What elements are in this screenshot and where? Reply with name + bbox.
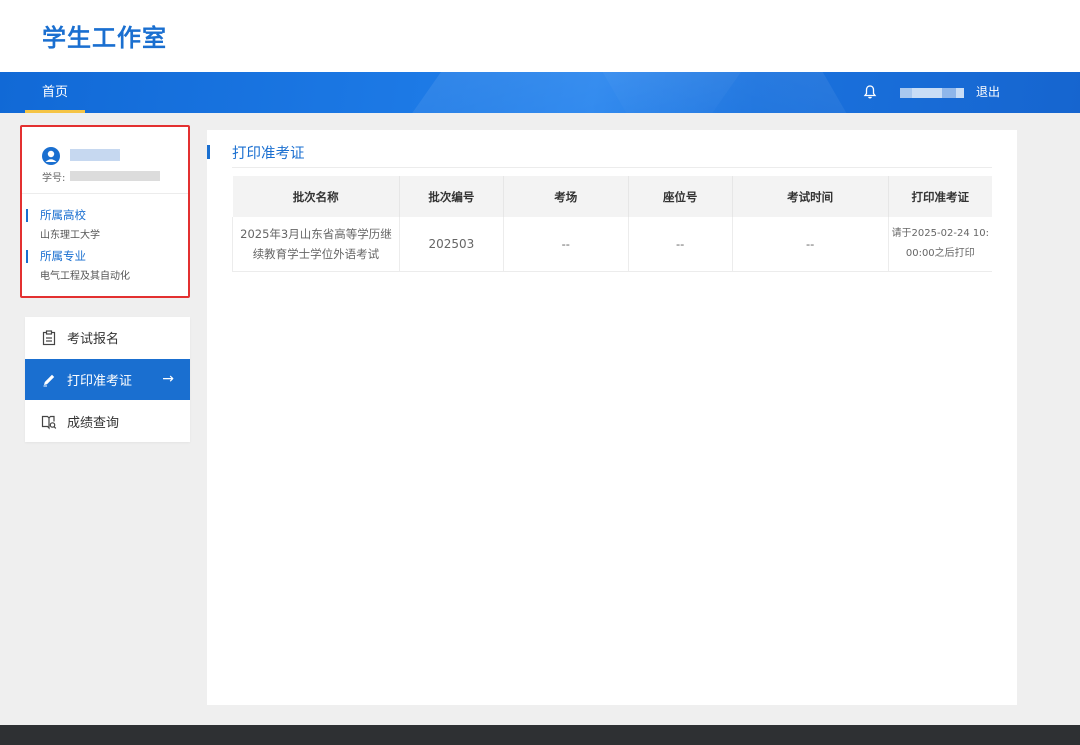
batch-name-cell: 2025年3月山东省高等学历继 续教育学士学位外语考试 <box>232 217 400 272</box>
major-value: 电气工程及其自动化 <box>40 271 130 282</box>
sidebar-item-print-admission[interactable]: 打印准考证 → <box>25 359 190 400</box>
table-row: 2025年3月山东省高等学历继 续教育学士学位外语考试 202503 -- --… <box>232 217 992 272</box>
major-label: 所属专业 <box>40 249 86 263</box>
batch-code-cell: 202503 <box>399 217 504 272</box>
nav-active-indicator <box>25 110 85 113</box>
school-marker <box>26 209 28 222</box>
table-header-row: 批次名称 批次编号 考场 座位号 考试时间 打印准考证 <box>232 176 992 217</box>
column-header: 打印准考证 <box>888 176 992 217</box>
app-logo[interactable]: 学生工作室 <box>42 18 167 53</box>
major-marker <box>26 250 28 263</box>
sidebar-item-label: 考试报名 <box>67 332 120 347</box>
admission-ticket-table: 批次名称 批次编号 考场 座位号 考试时间 打印准考证 2025年3月山东省高等… <box>232 176 992 272</box>
title-marker <box>207 145 210 159</box>
title-divider <box>232 167 992 168</box>
print-notice-line: 00:00之后打印 <box>905 247 975 259</box>
batch-name-line: 续教育学士学位外语考试 <box>252 246 380 261</box>
school-label: 所属高校 <box>40 208 86 222</box>
student-id-label: 学号: <box>42 173 66 184</box>
column-header: 考试时间 <box>732 176 889 217</box>
page-title: 打印准考证 <box>232 146 305 162</box>
logout-link[interactable]: 退出 <box>976 72 1000 113</box>
user-avatar-icon <box>42 147 60 165</box>
column-header: 批次名称 <box>232 176 400 217</box>
exam-room-cell: -- <box>503 217 629 272</box>
seat-number-cell: -- <box>628 217 733 272</box>
student-id-redacted <box>70 171 160 181</box>
sidebar-item-label: 成绩查询 <box>67 416 120 431</box>
pencil-icon <box>43 374 55 386</box>
page-footer <box>0 725 1080 745</box>
column-header: 座位号 <box>628 176 733 217</box>
student-name-redacted <box>70 149 120 161</box>
sidebar-item-label: 打印准考证 <box>67 374 133 389</box>
column-header: 批次编号 <box>399 176 504 217</box>
book-search-icon <box>41 415 57 429</box>
print-notice-line: 请于2025-02-24 10: <box>891 227 989 239</box>
nav-home-link[interactable]: 首页 <box>25 72 85 113</box>
column-header: 考场 <box>503 176 629 217</box>
profile-divider <box>22 193 188 194</box>
student-profile-card: 学号: 所属高校 山东理工大学 所属专业 电气工程及其自动化 <box>20 125 190 298</box>
sidebar-item-exam-registration[interactable]: 考试报名 <box>25 317 190 358</box>
exam-time-cell: -- <box>732 217 889 272</box>
bell-icon[interactable] <box>862 84 878 100</box>
arrow-right-icon: → <box>162 371 174 387</box>
sidebar-item-score-query[interactable]: 成绩查询 <box>25 401 190 442</box>
sidebar-menu: 考试报名 打印准考证 → 成绩查询 <box>25 317 190 442</box>
print-status-cell: 请于2025-02-24 10: 00:00之后打印 <box>888 217 992 272</box>
batch-name-line: 2025年3月山东省高等学历继 <box>240 226 392 241</box>
clipboard-icon <box>42 329 56 345</box>
top-header: 学生工作室 <box>0 0 1080 72</box>
school-value: 山东理工大学 <box>40 230 100 241</box>
